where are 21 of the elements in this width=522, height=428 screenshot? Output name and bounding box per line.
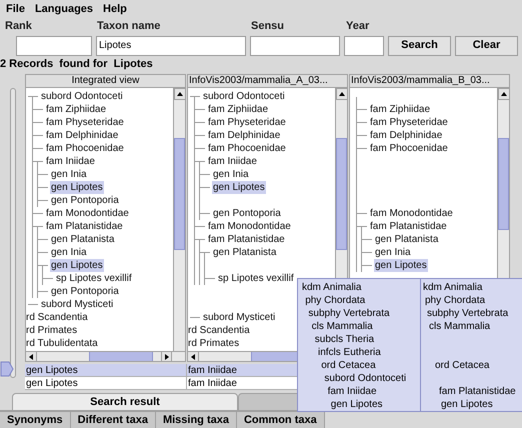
lineage-entry: subphy Vertebrata <box>308 307 390 320</box>
table-cell: gen Lipotes <box>25 364 187 376</box>
lineage-entry: gen Lipotes <box>330 398 383 411</box>
lineage-entry: kdm Animalia <box>302 281 362 294</box>
lineage-entry: infcls Eutheria <box>318 346 381 359</box>
lineage-entry: subphy Vertebrata <box>427 307 508 320</box>
field-label: Rank <box>5 20 32 32</box>
result-caption: 2 Records found for Lipotes <box>0 56 153 72</box>
field-label: Taxon name <box>97 20 160 32</box>
lineage-entry: phy Chordata <box>425 294 486 307</box>
field-label: Sensu <box>251 20 284 32</box>
lineage-entry: cls Mammalia <box>429 320 490 333</box>
field-label: Year <box>346 20 370 32</box>
lineage-entry: phy Chordata <box>305 294 366 307</box>
lineage-entry: cls Mammalia <box>312 320 373 333</box>
lineage-entry: kdm Animalia <box>423 281 482 294</box>
lineage-entry: subcls Theria <box>314 333 374 346</box>
lineage-entry: ord Cetacea <box>435 359 490 372</box>
table-cell: gen Lipotes <box>25 377 187 389</box>
lineage-entry: gen Lipotes <box>441 398 493 411</box>
lineage-entry: fam Platanistidae <box>439 385 516 398</box>
